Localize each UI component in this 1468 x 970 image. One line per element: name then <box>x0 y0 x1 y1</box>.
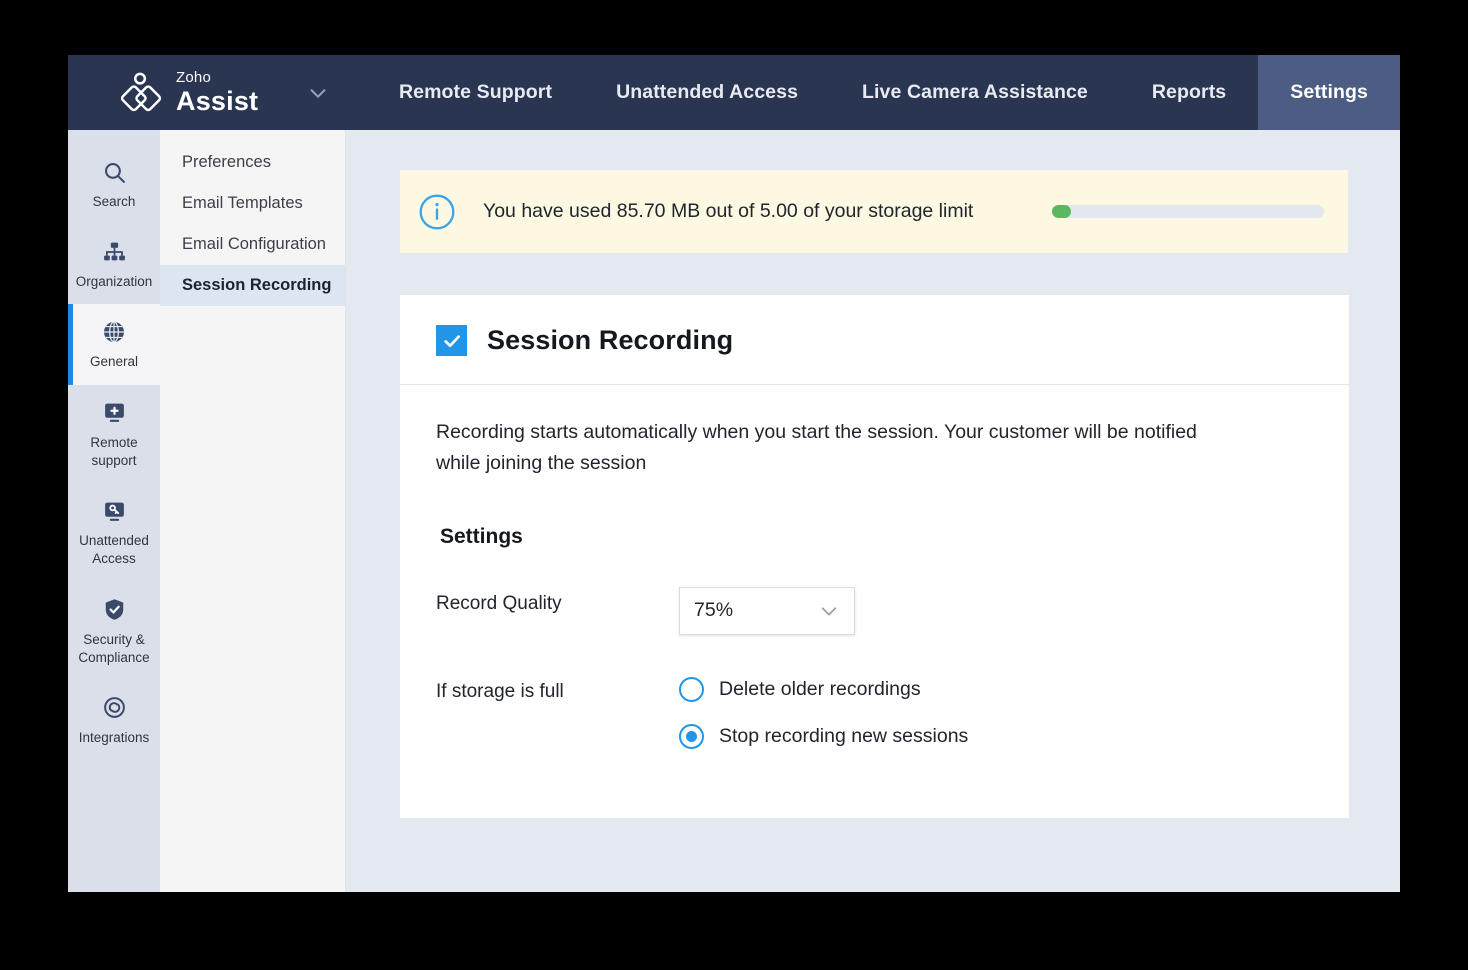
nav-tab-live-camera-assistance[interactable]: Live Camera Assistance <box>830 55 1120 130</box>
record-quality-row: Record Quality 75% <box>436 587 1313 635</box>
icon-rail-sidebar: Search Organization <box>68 130 160 892</box>
brand-prefix: Zoho <box>176 70 258 85</box>
radio-circle-icon <box>679 677 704 702</box>
submenu-item-preferences[interactable]: Preferences <box>160 142 345 183</box>
sidebar-item-organization[interactable]: Organization <box>68 224 160 304</box>
storage-full-row: If storage is full Delete older recordin… <box>436 675 1313 771</box>
submenu-item-session-recording[interactable]: Session Recording <box>160 265 345 306</box>
card-title: Session Recording <box>487 325 733 356</box>
nav-tabs: Remote Support Unattended Access Live Ca… <box>367 55 1400 130</box>
radio-option-delete-older-recordings[interactable]: Delete older recordings <box>679 677 968 702</box>
sidebar-label-security-compliance: Security & Compliance <box>72 631 156 667</box>
session-recording-header: Session Recording <box>400 295 1349 385</box>
submenu-item-email-templates[interactable]: Email Templates <box>160 183 345 224</box>
session-recording-card: Session Recording Recording starts autom… <box>400 295 1349 818</box>
nav-tab-unattended-access[interactable]: Unattended Access <box>584 55 830 130</box>
checkmark-icon <box>441 330 463 352</box>
session-recording-checkbox[interactable] <box>436 325 467 356</box>
settings-section-heading: Settings <box>436 525 1313 549</box>
integrations-link-icon <box>72 693 156 723</box>
main-content-area: You have used 85.70 MB out of 5.00 of yo… <box>346 130 1400 892</box>
submenu-item-email-configuration[interactable]: Email Configuration <box>160 224 345 265</box>
sidebar-label-search: Search <box>72 193 156 211</box>
sidebar-item-security-compliance[interactable]: Security & Compliance <box>68 582 160 680</box>
sidebar-item-search[interactable]: Search <box>68 144 160 224</box>
monitor-plus-icon <box>72 398 156 428</box>
sidebar-label-general: General <box>72 353 156 371</box>
storage-usage-banner: You have used 85.70 MB out of 5.00 of yo… <box>400 170 1348 253</box>
storage-usage-text: You have used 85.70 MB out of 5.00 of yo… <box>483 200 973 223</box>
globe-icon <box>72 317 156 347</box>
brand-text: Zoho Assist <box>176 70 258 115</box>
sidebar-item-integrations[interactable]: Integrations <box>68 680 160 760</box>
sidebar-label-unattended-access: Unattended Access <box>72 532 156 568</box>
session-recording-body: Recording starts automatically when you … <box>400 385 1349 771</box>
top-navigation-bar: Zoho Assist Remote Support Unattended Ac… <box>68 55 1400 130</box>
nav-tab-remote-support[interactable]: Remote Support <box>367 55 584 130</box>
nav-tab-reports[interactable]: Reports <box>1120 55 1258 130</box>
record-quality-label: Record Quality <box>436 587 679 615</box>
storage-progress-fill <box>1052 205 1071 218</box>
sidebar-label-organization: Organization <box>72 273 156 291</box>
organization-icon <box>72 237 156 267</box>
sidebar-item-unattended-access[interactable]: Unattended Access <box>68 483 160 581</box>
brand-logo-area[interactable]: Zoho Assist <box>68 55 272 130</box>
radio-label-delete-older-recordings: Delete older recordings <box>719 678 921 701</box>
info-circle-icon <box>418 193 456 231</box>
settings-submenu: Preferences Email Templates Email Config… <box>160 130 346 892</box>
brand-name: Assist <box>176 88 258 115</box>
chevron-down-icon[interactable] <box>290 55 345 130</box>
sidebar-label-remote-support: Remote support <box>72 434 156 470</box>
record-quality-value: 75% <box>694 599 733 622</box>
monitor-key-icon <box>72 496 156 526</box>
storage-full-label: If storage is full <box>436 675 679 703</box>
nav-tab-settings[interactable]: Settings <box>1258 55 1400 130</box>
record-quality-select[interactable]: 75% <box>679 587 855 635</box>
radio-circle-selected-icon <box>679 724 704 749</box>
sidebar-item-general[interactable]: General <box>68 304 160 384</box>
app-window: Zoho Assist Remote Support Unattended Ac… <box>68 55 1400 892</box>
sidebar-item-remote-support[interactable]: Remote support <box>68 385 160 483</box>
radio-option-stop-recording-new-sessions[interactable]: Stop recording new sessions <box>679 724 968 749</box>
search-icon <box>72 157 156 187</box>
shield-check-icon <box>72 595 156 625</box>
radio-label-stop-recording-new-sessions: Stop recording new sessions <box>719 725 968 748</box>
sidebar-label-integrations: Integrations <box>72 729 156 747</box>
storage-progress-bar[interactable] <box>1052 205 1324 218</box>
card-description: Recording starts automatically when you … <box>436 417 1226 479</box>
app-body: Search Organization <box>68 130 1400 892</box>
storage-full-radio-group: Delete older recordings Stop recording n… <box>679 675 968 771</box>
zoho-assist-logo-icon <box>118 70 164 116</box>
chevron-down-icon <box>818 600 840 622</box>
